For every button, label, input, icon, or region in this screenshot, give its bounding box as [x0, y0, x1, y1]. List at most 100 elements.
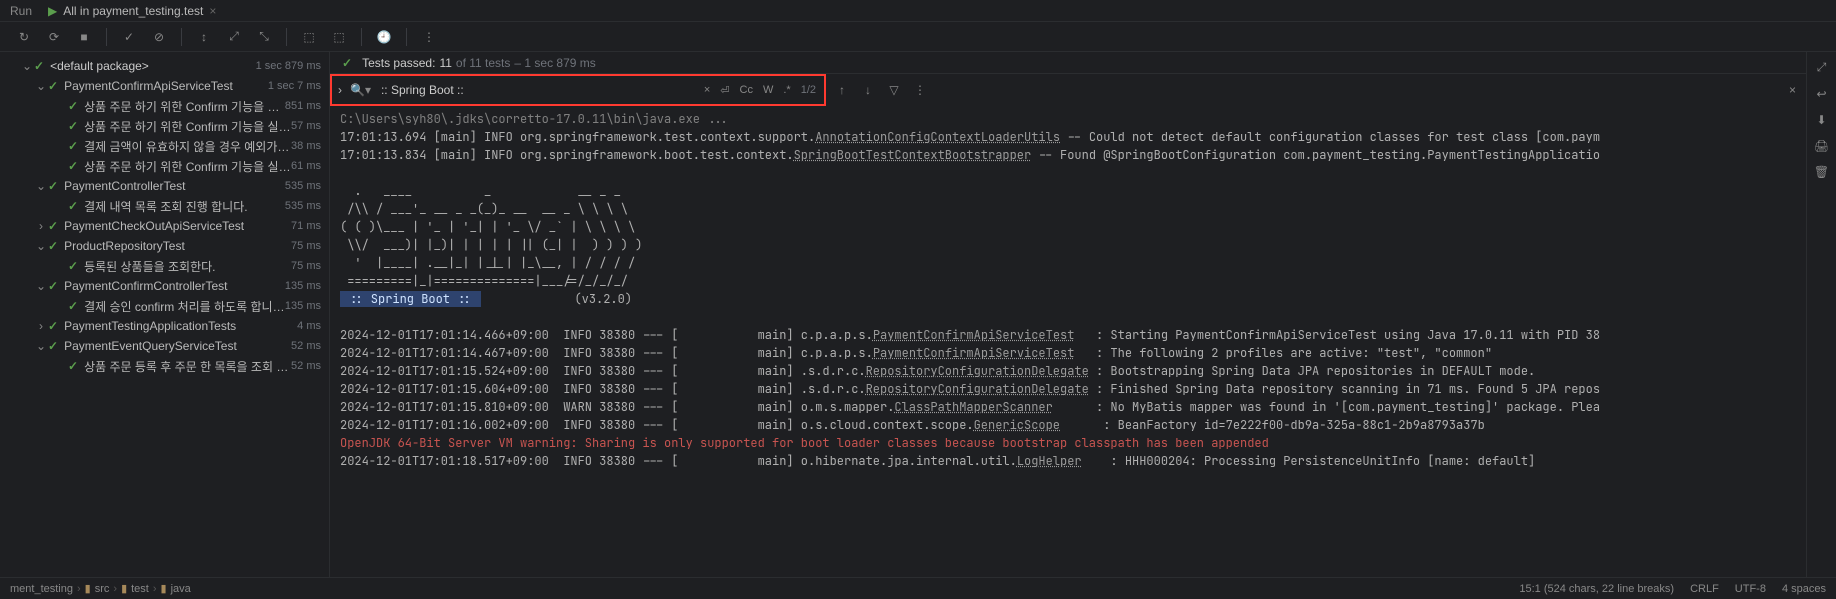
test-duration: 38 ms: [291, 140, 329, 152]
stop-icon[interactable]: ■: [74, 27, 94, 47]
line-sep[interactable]: CRLF: [1690, 583, 1719, 595]
run-label: Run: [10, 4, 32, 18]
search-input[interactable]: [381, 83, 694, 97]
export-icon[interactable]: ⬚: [329, 27, 349, 47]
check-icon: ✓: [342, 56, 352, 70]
scroll-end-icon[interactable]: ⬇: [1816, 113, 1826, 127]
test-toolbar: ↻ ⟳ ■ ✓ ⊘ ↕ ⤢ ⤡ ⬚ ⬚ 🕘 ⋮: [0, 22, 1836, 52]
soft-wrap-icon[interactable]: ↩: [1816, 87, 1826, 101]
test-node[interactable]: ✓상품 주문 하기 위한 Confirm 기능을 실행시851 ms: [0, 96, 329, 116]
close-search-icon[interactable]: ×: [1789, 83, 1796, 97]
test-node[interactable]: ✓상품 주문 등록 후 주문 한 목록을 조회 합니다52 ms: [0, 356, 329, 376]
check-icon: ✓: [68, 139, 78, 153]
test-name: 등록된 상품들을 조회한다.: [84, 258, 291, 275]
filter-icon[interactable]: ▽: [886, 83, 902, 97]
clear-all-icon[interactable]: 🗑: [1814, 165, 1829, 179]
test-name: <default package>: [50, 59, 256, 73]
encoding[interactable]: UTF-8: [1735, 583, 1766, 595]
chevron-icon[interactable]: ⌄: [34, 279, 48, 293]
test-duration: 535 ms: [285, 200, 329, 212]
show-passed-icon[interactable]: ✓: [119, 27, 139, 47]
check-icon: ✓: [48, 79, 58, 93]
search-highlight: :: Spring Boot ::: [340, 291, 481, 307]
chevron-icon[interactable]: ⌄: [20, 59, 34, 73]
clear-icon[interactable]: ×: [704, 84, 710, 96]
more-icon[interactable]: ⋮: [419, 27, 439, 47]
tests-total: of 11 tests: [456, 56, 510, 70]
test-duration: 52 ms: [291, 340, 329, 352]
test-duration: 135 ms: [285, 300, 329, 312]
check-icon: ✓: [48, 239, 58, 253]
import-icon[interactable]: ⬚: [299, 27, 319, 47]
print-icon[interactable]: 🖨: [1814, 139, 1829, 153]
check-icon: ✓: [68, 99, 78, 113]
match-case-toggle[interactable]: Cc: [740, 84, 753, 96]
check-icon: ✓: [68, 159, 78, 173]
show-ignored-icon[interactable]: ⊘: [149, 27, 169, 47]
test-node[interactable]: ✓결제 금액이 유효하지 않을 경우 예외가 발생38 ms: [0, 136, 329, 156]
test-node[interactable]: ✓등록된 상품들을 조회한다.75 ms: [0, 256, 329, 276]
test-duration: 4 ms: [297, 320, 329, 332]
test-name: PaymentControllerTest: [64, 179, 285, 193]
history-icon[interactable]: 🕘: [374, 27, 394, 47]
next-match-icon[interactable]: ↓: [860, 83, 876, 97]
search-panel: › 🔍▾ × ⏎ Cc W .* 1/2: [330, 74, 826, 106]
folder-icon: ▮: [121, 582, 127, 595]
test-node[interactable]: ✓결제 내역 목록 조회 진행 합니다.535 ms: [0, 196, 329, 216]
test-node[interactable]: ⌄✓PaymentControllerTest535 ms: [0, 176, 329, 196]
test-name: 상품 주문 하기 위한 Confirm 기능을 실행시: [84, 98, 285, 115]
rerun-icon[interactable]: ↻: [14, 27, 34, 47]
check-icon: ✓: [68, 119, 78, 133]
test-name: 상품 주문 하기 위한 Confirm 기능을 실행시 2: [84, 158, 291, 175]
test-node[interactable]: ⌄✓ <default package>1 sec 879 ms: [0, 56, 329, 76]
test-name: PaymentConfirmControllerTest: [64, 279, 285, 293]
search-count: 1/2: [801, 84, 816, 96]
check-icon: ✓: [48, 219, 58, 233]
expand-gutter-icon[interactable]: ⤢: [1817, 60, 1827, 75]
test-name: PaymentCheckOutApiServiceTest: [64, 219, 291, 233]
test-node[interactable]: ✓상품 주문 하기 위한 Confirm 기능을 실행 합니57 ms: [0, 116, 329, 136]
run-config-tab[interactable]: ▶ All in payment_testing.test ×: [40, 4, 224, 18]
chevron-icon[interactable]: ›: [34, 219, 48, 233]
check-icon: ✓: [34, 59, 44, 73]
nl-icon[interactable]: ⏎: [720, 84, 729, 97]
expand-icon[interactable]: ⤢: [224, 27, 244, 47]
search-icon: 🔍▾: [350, 83, 371, 97]
rerun-failed-icon[interactable]: ⟳: [44, 27, 64, 47]
indent[interactable]: 4 spaces: [1782, 583, 1826, 595]
sort-icon[interactable]: ↕: [194, 27, 214, 47]
breadcrumb[interactable]: ment_testing› ▮src› ▮test› ▮java: [10, 582, 191, 595]
words-toggle[interactable]: W: [763, 84, 773, 96]
test-name: 상품 주문 하기 위한 Confirm 기능을 실행 합니: [84, 118, 291, 135]
chevron-icon[interactable]: ⌄: [34, 79, 48, 93]
test-tree[interactable]: ⌄✓<default package>1 sec 879 ms⌄✓Payment…: [0, 52, 330, 577]
test-name: PaymentEventQueryServiceTest: [64, 339, 291, 353]
test-duration: 135 ms: [285, 280, 329, 292]
check-icon: ✓: [68, 199, 78, 213]
chevron-icon[interactable]: ⌄: [34, 179, 48, 193]
console-gutter: ⤢ ↩ ⬇ 🖨 🗑: [1806, 52, 1836, 577]
close-icon[interactable]: ×: [209, 4, 216, 18]
test-duration: 1 sec 879 ms: [256, 60, 329, 72]
test-name: PaymentTestingApplicationTests: [64, 319, 297, 333]
test-node[interactable]: ⌄✓PaymentConfirmControllerTest135 ms: [0, 276, 329, 296]
test-node[interactable]: ✓결제 승인 confirm 처리를 하도록 합니다.135 ms: [0, 296, 329, 316]
test-node[interactable]: ✓상품 주문 하기 위한 Confirm 기능을 실행시 261 ms: [0, 156, 329, 176]
test-duration: 75 ms: [291, 240, 329, 252]
test-node[interactable]: ⌄✓PaymentEventQueryServiceTest52 ms: [0, 336, 329, 356]
chevron-icon[interactable]: ⌄: [34, 339, 48, 353]
regex-toggle[interactable]: .*: [783, 84, 790, 96]
console-output[interactable]: C:\Users\syh80\.jdks\corretto-17.0.11\bi…: [330, 106, 1806, 577]
prev-match-icon[interactable]: ↑: [834, 83, 850, 97]
test-node[interactable]: ⌄✓PaymentConfirmApiServiceTest1 sec 7 ms: [0, 76, 329, 96]
test-node[interactable]: ›✓ PaymentCheckOutApiServiceTest71 ms: [0, 216, 329, 236]
cursor-position[interactable]: 15:1 (524 chars, 22 line breaks): [1519, 583, 1674, 595]
check-icon: ✓: [68, 299, 78, 313]
test-node[interactable]: ›✓PaymentTestingApplicationTests4 ms: [0, 316, 329, 336]
test-duration: 71 ms: [291, 220, 329, 232]
chevron-icon[interactable]: ⌄: [34, 239, 48, 253]
chevron-icon[interactable]: ›: [34, 319, 48, 333]
test-node[interactable]: ⌄✓ProductRepositoryTest75 ms: [0, 236, 329, 256]
collapse-icon[interactable]: ⤡: [254, 27, 274, 47]
more-search-icon[interactable]: ⋮: [912, 83, 928, 97]
